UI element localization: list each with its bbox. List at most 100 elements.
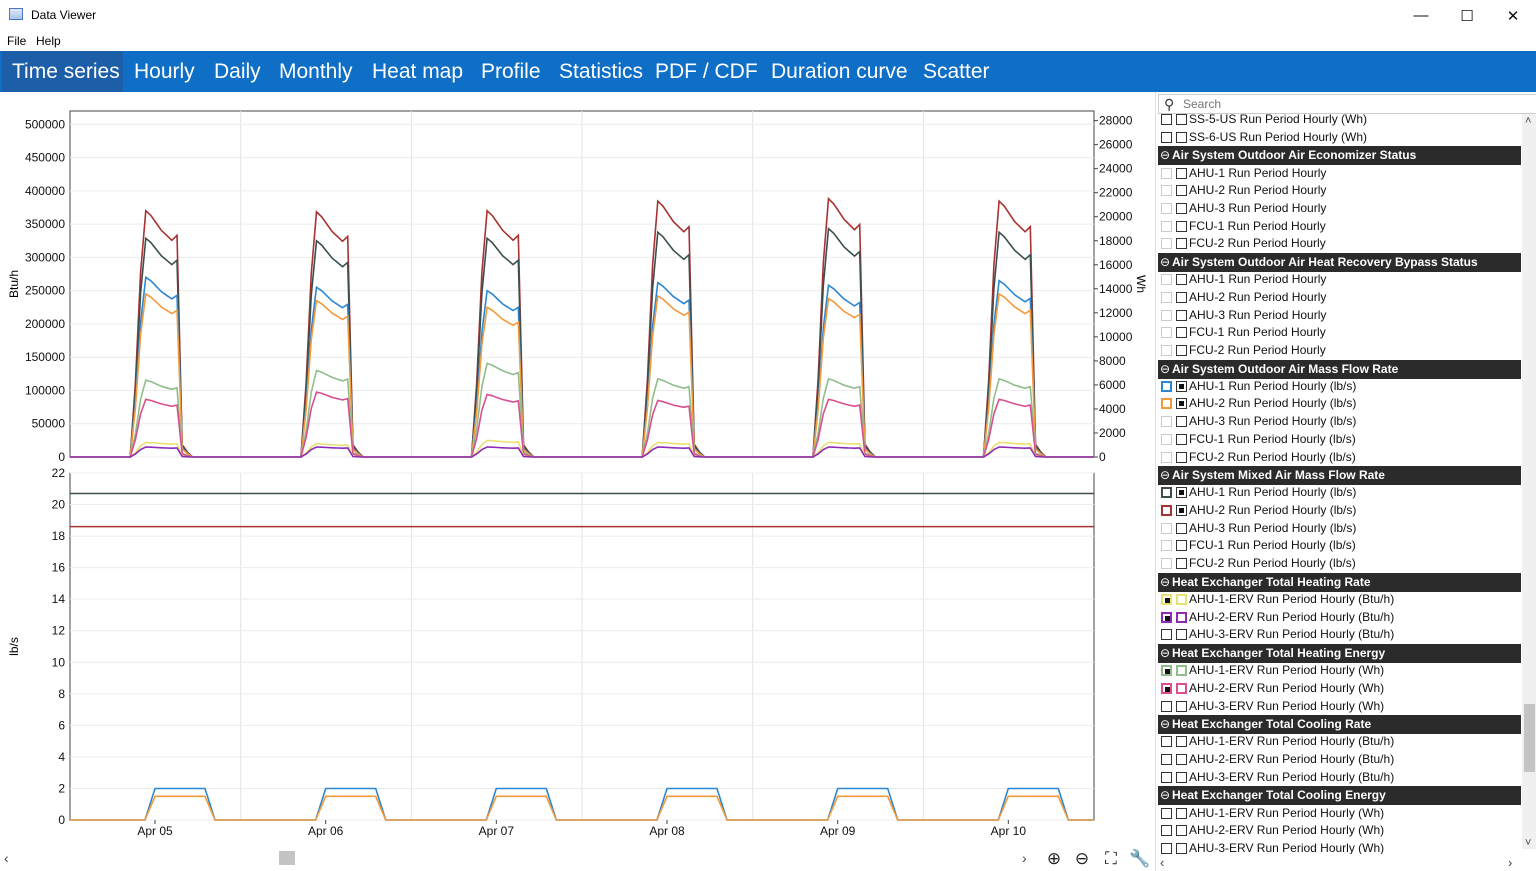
- color-swatch-checkbox[interactable]: [1161, 593, 1172, 605]
- search-box[interactable]: ⚲: [1158, 94, 1536, 114]
- axis-checkbox[interactable]: [1176, 736, 1187, 748]
- tab-hourly[interactable]: Hourly: [124, 51, 205, 92]
- zoom-out-icon[interactable]: ⊖: [1069, 848, 1095, 870]
- minimize-button[interactable]: —: [1398, 0, 1444, 31]
- color-swatch-checkbox[interactable]: [1161, 185, 1172, 197]
- axis-checkbox[interactable]: [1176, 238, 1187, 250]
- variable-row[interactable]: AHU-3-ERV Run Period Hourly (Wh): [1158, 697, 1521, 715]
- color-swatch-checkbox[interactable]: [1161, 522, 1172, 534]
- axis-checkbox[interactable]: [1176, 558, 1187, 570]
- axis-checkbox[interactable]: [1176, 274, 1187, 286]
- axis-checkbox[interactable]: [1176, 771, 1187, 783]
- color-swatch-checkbox[interactable]: [1161, 274, 1172, 286]
- menu-help[interactable]: Help: [36, 34, 61, 48]
- axis-checkbox[interactable]: [1176, 807, 1187, 819]
- color-swatch-checkbox[interactable]: [1161, 167, 1172, 179]
- variable-row[interactable]: AHU-2 Run Period Hourly: [1158, 181, 1521, 199]
- scroll-right-arrow-icon[interactable]: ›: [1022, 850, 1027, 866]
- variable-row[interactable]: SS-5-US Run Period Hourly (Wh): [1158, 114, 1521, 128]
- variable-row[interactable]: AHU-2-ERV Run Period Hourly (Btu/h): [1158, 608, 1521, 626]
- tab-heat-map[interactable]: Heat map: [362, 51, 473, 92]
- axis-checkbox[interactable]: [1176, 131, 1187, 143]
- sidebar-scroll-left-icon[interactable]: ‹: [1160, 855, 1164, 870]
- variable-row[interactable]: AHU-2 Run Period Hourly: [1158, 288, 1521, 306]
- axis-checkbox[interactable]: [1176, 416, 1187, 428]
- tab-time-series[interactable]: Time series: [2, 51, 123, 92]
- axis-checkbox[interactable]: [1176, 842, 1187, 854]
- sidebar-vscroll[interactable]: ˄ ˅: [1522, 114, 1536, 849]
- color-swatch-checkbox[interactable]: [1161, 398, 1172, 410]
- color-swatch-checkbox[interactable]: [1161, 540, 1172, 552]
- axis-checkbox[interactable]: [1176, 825, 1187, 837]
- variable-row[interactable]: AHU-3 Run Period Hourly: [1158, 306, 1521, 324]
- color-swatch-checkbox[interactable]: [1161, 327, 1172, 339]
- variable-row[interactable]: FCU-1 Run Period Hourly (lb/s): [1158, 430, 1521, 448]
- close-button[interactable]: ✕: [1490, 0, 1536, 31]
- axis-checkbox[interactable]: [1176, 185, 1187, 197]
- variable-row[interactable]: AHU-1-ERV Run Period Hourly (Btu/h): [1158, 590, 1521, 608]
- variable-row[interactable]: AHU-1 Run Period Hourly: [1158, 164, 1521, 182]
- menu-file[interactable]: File: [7, 34, 26, 48]
- variable-row[interactable]: AHU-1 Run Period Hourly: [1158, 270, 1521, 288]
- tab-statistics[interactable]: Statistics: [549, 51, 653, 92]
- axis-checkbox[interactable]: [1176, 344, 1187, 356]
- color-swatch-checkbox[interactable]: [1161, 114, 1172, 125]
- axis-checkbox[interactable]: [1176, 327, 1187, 339]
- variable-row[interactable]: AHU-3 Run Period Hourly (lb/s): [1158, 412, 1521, 430]
- zoom-in-icon[interactable]: ⊕: [1041, 848, 1067, 870]
- tab-monthly[interactable]: Monthly: [269, 51, 363, 92]
- color-swatch-checkbox[interactable]: [1161, 344, 1172, 356]
- color-swatch-checkbox[interactable]: [1161, 433, 1172, 445]
- sidebar-scroll-thumb[interactable]: [1524, 704, 1535, 772]
- color-swatch-checkbox[interactable]: [1161, 771, 1172, 783]
- axis-checkbox[interactable]: [1176, 451, 1187, 463]
- color-swatch-checkbox[interactable]: [1161, 736, 1172, 748]
- variable-row[interactable]: AHU-3 Run Period Hourly: [1158, 199, 1521, 217]
- sidebar-scroll-right-icon[interactable]: ›: [1508, 855, 1512, 870]
- variable-row[interactable]: SS-6-US Run Period Hourly (Wh): [1158, 128, 1521, 146]
- variable-row[interactable]: AHU-3 Run Period Hourly (lb/s): [1158, 519, 1521, 537]
- color-swatch-checkbox[interactable]: [1161, 842, 1172, 854]
- color-swatch-checkbox[interactable]: [1161, 558, 1172, 570]
- axis-checkbox[interactable]: [1176, 309, 1187, 321]
- time-series-charts[interactable]: 5000004500004000003500003000002500002000…: [0, 92, 1155, 848]
- variable-row[interactable]: FCU-1 Run Period Hourly (lb/s): [1158, 536, 1521, 554]
- tab-pdf-cdf[interactable]: PDF / CDF: [645, 51, 768, 92]
- color-swatch-checkbox[interactable]: [1161, 220, 1172, 232]
- axis-checkbox[interactable]: [1176, 593, 1187, 605]
- axis-checkbox[interactable]: [1176, 114, 1187, 125]
- tab-profile[interactable]: Profile: [471, 51, 551, 92]
- axis-checkbox[interactable]: [1176, 522, 1187, 534]
- color-swatch-checkbox[interactable]: [1161, 682, 1172, 694]
- axis-checkbox[interactable]: [1176, 505, 1187, 516]
- axis-checkbox[interactable]: [1176, 380, 1187, 392]
- scroll-down-icon[interactable]: ˅: [1525, 837, 1531, 849]
- axis-checkbox[interactable]: [1176, 487, 1187, 499]
- search-input[interactable]: [1183, 97, 1523, 111]
- variable-row[interactable]: FCU-2 Run Period Hourly (lb/s): [1158, 448, 1521, 466]
- color-swatch-checkbox[interactable]: [1161, 629, 1172, 641]
- collapse-icon[interactable]: ⊖: [1160, 717, 1170, 731]
- color-swatch-checkbox[interactable]: [1161, 131, 1172, 143]
- axis-checkbox[interactable]: [1176, 540, 1187, 552]
- variable-row[interactable]: AHU-1 Run Period Hourly (lb/s): [1158, 483, 1521, 501]
- variable-row[interactable]: AHU-2-ERV Run Period Hourly (Wh): [1158, 679, 1521, 697]
- color-swatch-checkbox[interactable]: [1161, 291, 1172, 303]
- color-swatch-checkbox[interactable]: [1161, 416, 1172, 428]
- chart-scroll-thumb[interactable]: [279, 851, 295, 865]
- axis-checkbox[interactable]: [1176, 682, 1187, 694]
- fit-view-icon[interactable]: ⛶: [1098, 848, 1124, 870]
- collapse-icon[interactable]: ⊖: [1160, 468, 1170, 482]
- variable-row[interactable]: AHU-3-ERV Run Period Hourly (Btu/h): [1158, 768, 1521, 786]
- axis-checkbox[interactable]: [1176, 611, 1187, 623]
- variable-row[interactable]: FCU-2 Run Period Hourly: [1158, 234, 1521, 252]
- variable-row[interactable]: FCU-2 Run Period Hourly: [1158, 341, 1521, 359]
- axis-checkbox[interactable]: [1176, 629, 1187, 641]
- scroll-left-arrow-icon[interactable]: ‹: [4, 850, 9, 866]
- axis-checkbox[interactable]: [1176, 167, 1187, 179]
- axis-checkbox[interactable]: [1176, 754, 1187, 765]
- color-swatch-checkbox[interactable]: [1161, 238, 1172, 250]
- color-swatch-checkbox[interactable]: [1161, 309, 1172, 321]
- variable-row[interactable]: AHU-3-ERV Run Period Hourly (Wh): [1158, 839, 1521, 854]
- chart-area[interactable]: 500000 450000 400000 350000 300000 250000 2000…: [0, 92, 1155, 848]
